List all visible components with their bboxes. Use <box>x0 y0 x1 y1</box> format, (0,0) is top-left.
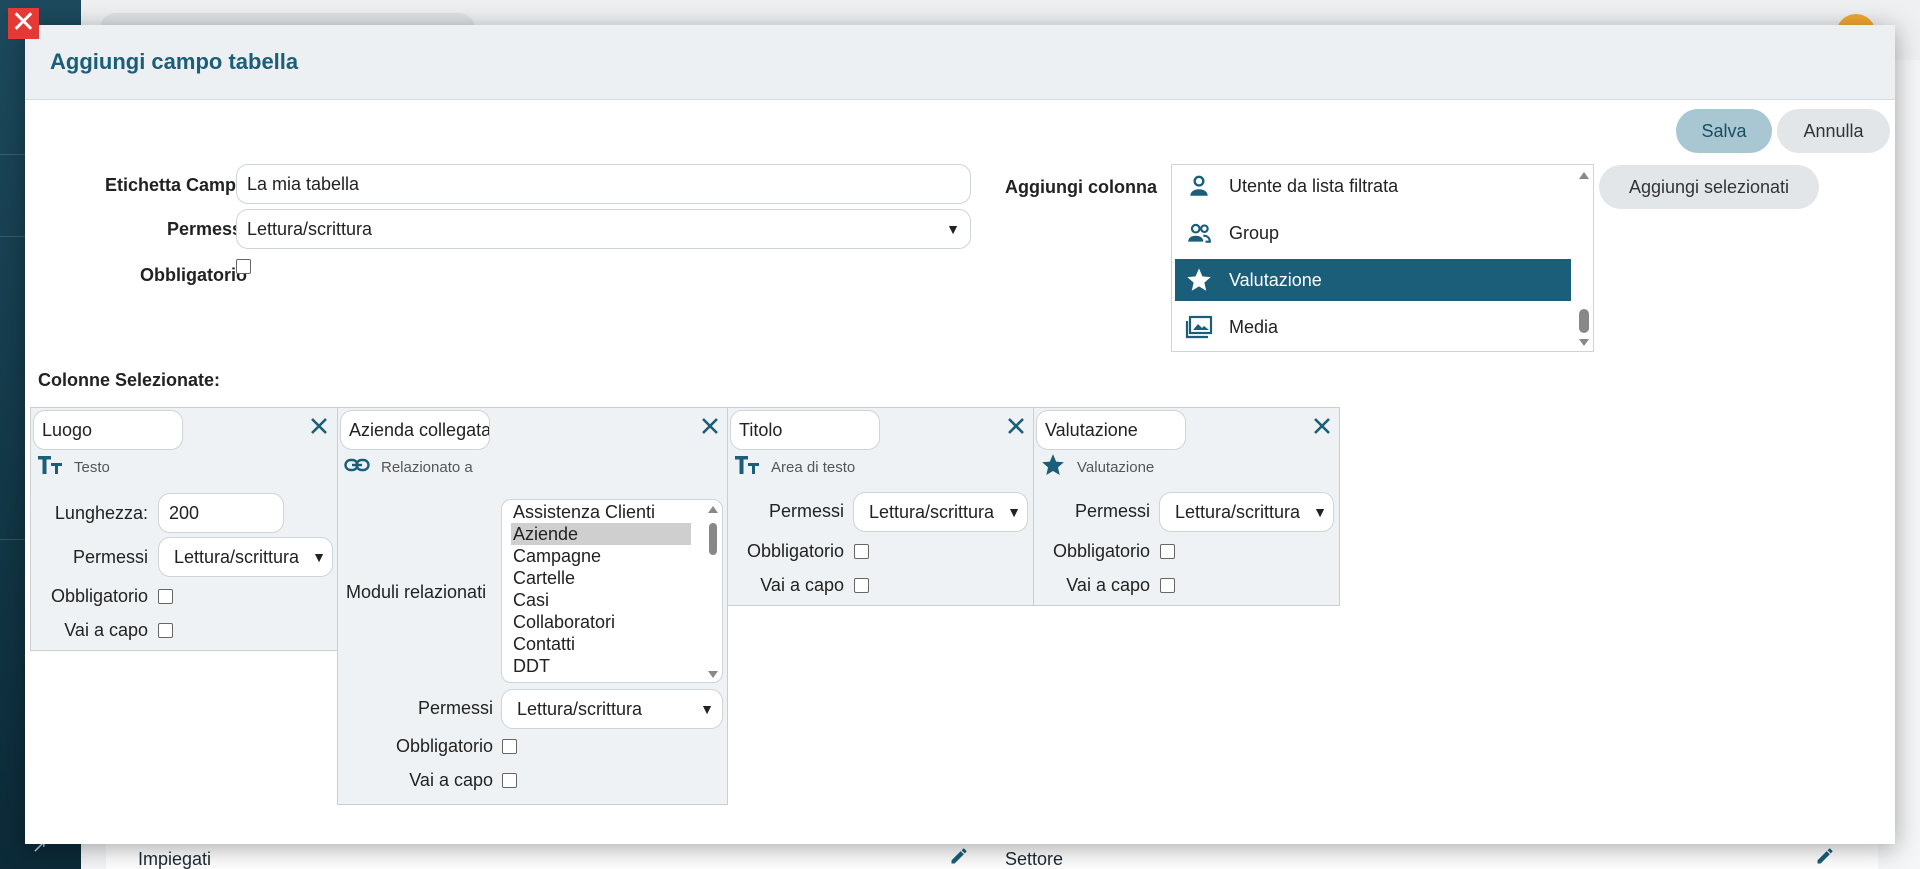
list-item[interactable]: Cartelle <box>511 567 691 589</box>
link-icon <box>344 452 370 478</box>
media-icon <box>1185 313 1213 341</box>
pencil-icon[interactable] <box>949 846 969 866</box>
star-icon <box>1040 452 1066 478</box>
related-modules-label: Moduli relazionati <box>346 582 487 602</box>
column-name-input[interactable]: Azienda collegata <box>340 410 490 450</box>
list-item[interactable]: Contatti <box>511 633 691 655</box>
permissions-label: Permessi <box>72 547 148 567</box>
required-label: Obbligatorio <box>1052 541 1150 561</box>
column-card-luogo: Luogo Testo Lunghezza: 200 Permessi Lett… <box>30 407 338 651</box>
list-item[interactable]: Assistenza Clienti <box>511 501 691 523</box>
pencil-icon[interactable] <box>1815 846 1835 866</box>
newline-label: Vai a capo <box>1066 575 1150 595</box>
newline-checkbox[interactable] <box>502 773 517 788</box>
newline-checkbox[interactable] <box>158 623 173 638</box>
chevron-down-icon: ▼ <box>700 701 714 717</box>
remove-column-icon[interactable] <box>1004 414 1028 438</box>
column-type-label: Valutazione <box>1077 459 1155 476</box>
column-card-titolo: Titolo Area di testo Permessi Lettura/sc… <box>727 407 1034 606</box>
scroll-up-icon[interactable] <box>708 506 718 513</box>
scroll-thumb[interactable] <box>709 523 717 555</box>
scroll-thumb[interactable] <box>1579 309 1589 333</box>
scroll-down-icon[interactable] <box>708 671 718 678</box>
permissions-select[interactable]: Lettura/scrittura ▼ <box>853 492 1028 532</box>
required-checkbox[interactable] <box>158 589 173 604</box>
list-scrollbar[interactable] <box>706 501 720 682</box>
list-item[interactable]: Campagne <box>511 545 691 567</box>
column-type-label: Area di testo <box>771 459 856 476</box>
row-label-impiegati: Impiegati <box>138 849 212 869</box>
chevron-down-icon: ▼ <box>1313 504 1327 520</box>
column-name-input[interactable]: Luogo <box>33 410 183 450</box>
required-label: Obbligatorio <box>140 265 247 285</box>
required-label: Obbligatorio <box>746 541 844 561</box>
column-option-media[interactable]: Media <box>1175 306 1571 348</box>
permissions-select[interactable]: Lettura/scrittura ▼ <box>236 209 971 249</box>
scroll-up-icon[interactable] <box>1579 172 1589 179</box>
scroll-down-icon[interactable] <box>1579 339 1589 346</box>
permissions-select[interactable]: Lettura/scrittura ▼ <box>1159 492 1334 532</box>
newline-label: Vai a capo <box>409 770 493 790</box>
column-option-group[interactable]: Group <box>1175 212 1571 254</box>
required-label: Obbligatorio <box>395 736 493 756</box>
length-input[interactable]: 200 <box>158 493 284 533</box>
list-item[interactable]: Collaboratori <box>511 611 691 633</box>
column-name-input[interactable]: Titolo <box>730 410 880 450</box>
permissions-label: Permessi <box>166 219 247 239</box>
table-row <box>106 843 1878 869</box>
row-label-settore: Settore <box>1005 849 1064 869</box>
newline-label: Vai a capo <box>760 575 844 595</box>
column-option-rating[interactable]: Valutazione <box>1175 259 1571 301</box>
required-label: Obbligatorio <box>50 586 148 606</box>
required-checkbox[interactable] <box>1160 544 1175 559</box>
column-type-label: Testo <box>74 459 110 476</box>
chevron-down-icon: ▼ <box>946 221 960 237</box>
save-button[interactable]: Salva <box>1676 109 1772 153</box>
related-modules-list[interactable]: Assistenza Clienti Aziende Campagne Cart… <box>501 499 723 683</box>
star-icon <box>1185 266 1213 294</box>
permissions-select[interactable]: Lettura/scrittura ▼ <box>158 537 333 577</box>
length-label: Lunghezza: <box>54 503 148 523</box>
list-scrollbar[interactable] <box>1577 167 1591 351</box>
dialog-title: Aggiungi campo tabella <box>50 49 299 74</box>
list-item[interactable]: DDT <box>511 655 691 677</box>
cancel-button[interactable]: Annulla <box>1777 109 1890 153</box>
selected-columns-title: Colonne Selezionate: <box>38 370 221 390</box>
text-type-icon <box>734 452 760 478</box>
dialog-header: Aggiungi campo tabella <box>25 25 1895 100</box>
add-selected-button[interactable]: Aggiungi selezionati <box>1599 165 1819 209</box>
column-option-filtered-user[interactable]: Utente da lista filtrata <box>1175 165 1571 207</box>
remove-column-icon[interactable] <box>698 414 722 438</box>
column-card-azienda: Azienda collegata Relazionato a Moduli r… <box>337 407 728 805</box>
group-icon <box>1185 219 1213 247</box>
newline-checkbox[interactable] <box>1160 578 1175 593</box>
chevron-down-icon: ▼ <box>1007 504 1021 520</box>
remove-column-icon[interactable] <box>1310 414 1334 438</box>
list-item[interactable]: Casi <box>511 589 691 611</box>
column-card-valutazione: Valutazione Valutazione Permessi Lettura… <box>1033 407 1340 606</box>
column-type-label: Relazionato a <box>381 459 473 476</box>
newline-label: Vai a capo <box>64 620 148 640</box>
column-type-list[interactable]: Utente da lista filtrata Group Valutazio… <box>1171 164 1594 352</box>
permissions-select[interactable]: Lettura/scrittura ▼ <box>501 689 723 729</box>
remove-column-icon[interactable] <box>307 414 331 438</box>
text-type-icon <box>37 452 63 478</box>
list-item[interactable]: Aziende <box>511 523 691 545</box>
chevron-down-icon: ▼ <box>312 549 326 565</box>
add-table-field-dialog: Aggiungi campo tabella Salva Annulla Eti… <box>25 25 1895 844</box>
permissions-label: Permessi <box>417 698 493 718</box>
required-checkbox[interactable] <box>236 259 251 274</box>
required-checkbox[interactable] <box>502 739 517 754</box>
field-label-input[interactable]: La mia tabella <box>236 164 971 204</box>
permissions-label: Permessi <box>768 501 844 521</box>
add-column-label: Aggiungi colonna <box>1005 177 1157 197</box>
close-icon[interactable]: ✕ <box>8 8 39 39</box>
permissions-label: Permessi <box>1074 501 1150 521</box>
person-icon <box>1185 172 1213 200</box>
newline-checkbox[interactable] <box>854 578 869 593</box>
field-label-label: Etichetta Campo <box>104 175 247 195</box>
column-name-input[interactable]: Valutazione <box>1036 410 1186 450</box>
required-checkbox[interactable] <box>854 544 869 559</box>
